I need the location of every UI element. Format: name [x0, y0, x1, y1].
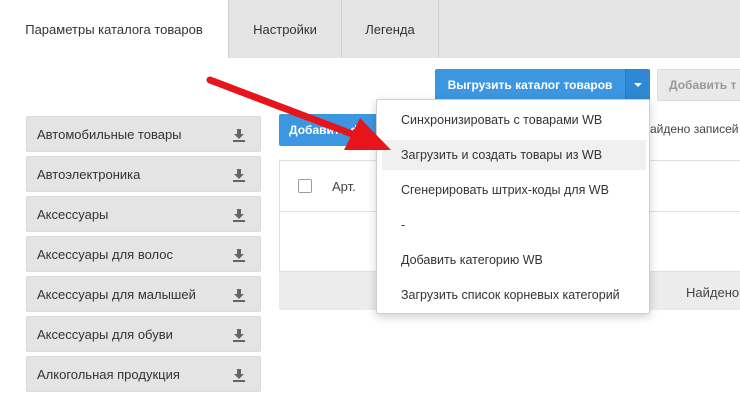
category-label: Аксессуары для малышей — [37, 286, 196, 302]
tab-settings[interactable]: Настройки — [229, 0, 341, 58]
tab-divider — [438, 0, 439, 58]
category-item[interactable]: Аксессуары для обуви — [26, 316, 261, 352]
category-label: Автомобильные товары — [37, 126, 182, 142]
category-label: Аксессуары для обуви — [37, 326, 173, 342]
export-dropdown-menu: Синхронизировать с товарами WB Загрузить… — [376, 99, 650, 314]
export-dropdown-toggle[interactable] — [625, 69, 650, 101]
category-label: Автоэлектроника — [37, 166, 141, 182]
column-header-art[interactable]: Арт. — [332, 179, 356, 194]
download-icon[interactable] — [232, 368, 246, 382]
menu-item-load-create-wb[interactable]: Загрузить и создать товары из WB — [382, 140, 646, 170]
category-item[interactable]: Автомобильные товары — [26, 116, 261, 152]
download-icon[interactable] — [232, 288, 246, 302]
download-icon[interactable] — [232, 168, 246, 182]
add-filter-button[interactable]: Добавить фи — [279, 114, 389, 146]
download-icon[interactable] — [232, 248, 246, 262]
category-label: Аксессуары — [37, 206, 109, 222]
download-icon[interactable] — [232, 328, 246, 342]
add-button[interactable]: Добавить т — [657, 69, 740, 101]
tab-bar: Параметры каталога товаров Настройки Лег… — [0, 0, 740, 58]
select-all-checkbox[interactable] — [298, 179, 312, 193]
menu-item-add-category[interactable]: Добавить категорию WB — [382, 245, 646, 275]
menu-item-separator[interactable]: - — [382, 210, 646, 240]
download-icon[interactable] — [232, 208, 246, 222]
category-item[interactable]: Аксессуары — [26, 196, 261, 232]
records-found-label: айдено записей — [650, 122, 739, 136]
menu-item-load-root-categories[interactable]: Загрузить список корневых категорий — [382, 280, 646, 310]
category-item[interactable]: Аксессуары для малышей — [26, 276, 261, 312]
category-item[interactable]: Автоэлектроника — [26, 156, 261, 192]
tab-legend[interactable]: Легенда — [342, 0, 438, 58]
tab-catalog-params[interactable]: Параметры каталога товаров — [0, 0, 228, 58]
menu-item-sync-wb[interactable]: Синхронизировать с товарами WB — [382, 105, 646, 135]
footer-found-label: Найдено — [686, 285, 740, 300]
category-label: Аксессуары для волос — [37, 246, 173, 262]
category-item[interactable]: Аксессуары для волос — [26, 236, 261, 272]
menu-item-generate-barcodes[interactable]: Сгенерировать штрих-коды для WB — [382, 175, 646, 205]
category-label: Алкогольная продукция — [37, 366, 180, 382]
category-item[interactable]: Алкогольная продукция — [26, 356, 261, 392]
export-catalog-button[interactable]: Выгрузить каталог товаров — [435, 69, 625, 101]
download-icon[interactable] — [232, 128, 246, 142]
